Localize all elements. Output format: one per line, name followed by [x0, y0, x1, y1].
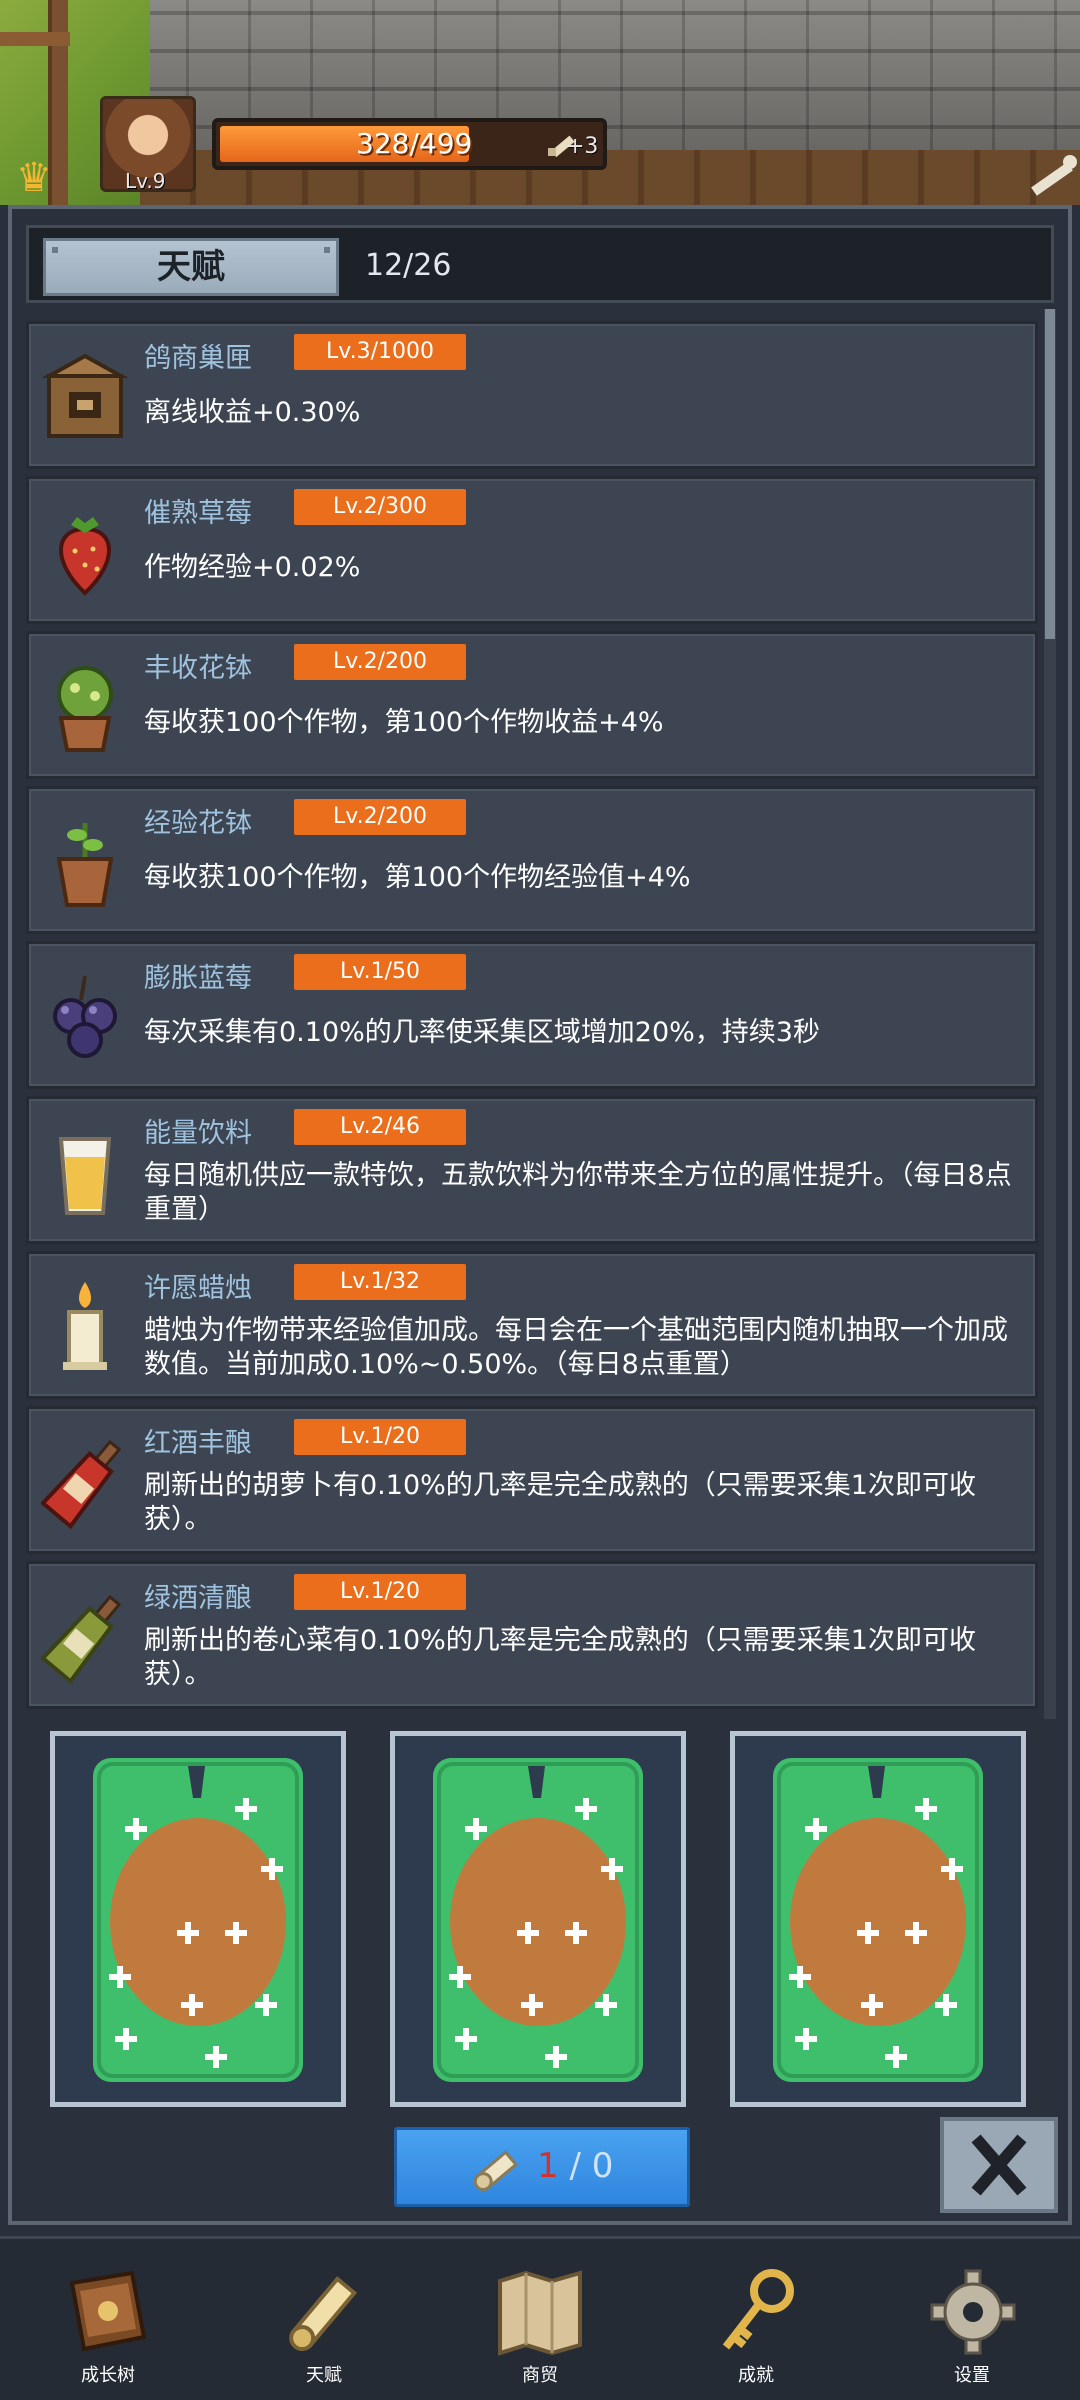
scroll-icon [289, 2276, 358, 2352]
talent-description: 每收获100个作物，第100个作物收益+4% [144, 707, 664, 738]
talent-card[interactable]: 许愿蜡烛 Lv.1/32 蜡烛为作物带来经验值加成。每日会在一个基础范围内随机抽… [26, 1251, 1038, 1399]
talent-level-badge: Lv.3/1000 [294, 334, 466, 370]
flower-pot-icon [57, 666, 113, 752]
gear-icon [930, 2269, 1016, 2355]
talent-description: 每日随机供应一款特饮，五款饮料为你带来全方位的属性提升。（每日8点重置） [144, 1160, 1012, 1225]
drink-cup-icon [58, 1137, 112, 1215]
pigeon-box-icon [41, 353, 129, 438]
talent-name: 丰收花钵 [144, 653, 252, 684]
bone-icon [1031, 155, 1077, 196]
pumpkin-card-icon [773, 1758, 983, 2082]
experience-bar: 328/499 +3 [212, 118, 607, 170]
talent-name: 红酒丰酿 [144, 1428, 252, 1459]
talent-card[interactable]: 能量饮料 Lv.2/46 每日随机供应一款特饮，五款饮料为你带来全方位的属性提升… [26, 1096, 1038, 1244]
talent-name: 催熟草莓 [144, 498, 252, 529]
talent-description: 每次采集有0.10%的几率使采集区域增加20%，持续3秒 [144, 1017, 820, 1048]
talent-tab-button[interactable]: 天赋 [43, 238, 339, 296]
bottom-navigation: 成长树 天赋 商贸 成就 设置 [0, 2236, 1080, 2400]
talent-draw-card[interactable] [50, 1731, 346, 2107]
nav-item-achievement[interactable]: 成就 [648, 2239, 864, 2400]
talent-description: 刷新出的胡萝卜有0.10%的几率是完全成熟的（只需要采集1次即可收获）。 [144, 1470, 976, 1535]
player-level: Lv.9 [125, 169, 166, 193]
sprout-pot-icon [56, 823, 114, 907]
draw-talent-button[interactable]: 1 / 0 [394, 2127, 690, 2207]
talent-panel: 天赋 12/26 鸽商巢匣 Lv.3/1000 离线收益+0.30% 催熟草莓 … [8, 205, 1072, 2225]
nav-label: 天赋 [306, 2365, 342, 2386]
talent-level-badge: Lv.1/32 [294, 1264, 466, 1300]
talent-description: 离线收益+0.30% [144, 397, 361, 428]
talent-card[interactable]: 丰收花钵 Lv.2/200 每收获100个作物，第100个作物收益+4% [26, 631, 1038, 779]
nav-label: 设置 [954, 2365, 990, 2386]
talent-card[interactable]: 膨胀蓝莓 Lv.1/50 每次采集有0.10%的几率使采集区域增加20%，持续3… [26, 941, 1038, 1089]
scroll-count: 1 / 0 [537, 2146, 613, 2186]
talent-name: 许愿蜡烛 [144, 1273, 252, 1304]
player-avatar[interactable]: Lv.9 [100, 96, 196, 193]
talent-card[interactable]: 经验花钵 Lv.2/200 每收获100个作物，第100个作物经验值+4% [26, 786, 1038, 934]
nav-label: 成就 [738, 2365, 774, 2386]
talent-draw-card[interactable] [730, 1731, 1026, 2107]
talent-card[interactable]: 红酒丰酿 Lv.1/20 刷新出的胡萝卜有0.10%的几率是完全成熟的（只需要采… [26, 1406, 1038, 1554]
talent-list[interactable]: 鸽商巢匣 Lv.3/1000 离线收益+0.30% 催熟草莓 Lv.2/300 … [26, 309, 1056, 1719]
book-icon [69, 2270, 147, 2352]
talent-card[interactable]: 鸽商巢匣 Lv.3/1000 离线收益+0.30% [26, 321, 1038, 469]
talent-description: 作物经验+0.02% [144, 552, 361, 583]
talent-card[interactable]: 绿酒清酿 Lv.1/20 刷新出的卷心菜有0.10%的几率是完全成熟的（只需要采… [26, 1561, 1038, 1709]
talent-level-badge: Lv.1/20 [294, 1574, 466, 1610]
talent-description: 蜡烛为作物带来经验值加成。每日会在一个基础范围内随机抽取一个加成数值。当前加成0… [144, 1315, 1008, 1380]
scrollbar-thumb[interactable] [1045, 309, 1055, 639]
talent-draw-card[interactable] [390, 1731, 686, 2107]
scrollbar[interactable] [1044, 309, 1056, 1719]
experience-text: 328/499 [356, 127, 473, 160]
blueberry-icon [53, 975, 117, 1058]
talent-level-badge: Lv.1/50 [294, 954, 466, 990]
candle-icon [63, 1282, 107, 1370]
key-icon [722, 2269, 794, 2350]
red-wine-icon [41, 1439, 122, 1530]
scroll-icon [473, 2150, 519, 2192]
talent-name: 能量饮料 [144, 1118, 252, 1149]
talent-card[interactable]: 催熟草莓 Lv.2/300 作物经验+0.02% [26, 476, 1038, 624]
nav-item-trade[interactable]: 商贸 [432, 2239, 648, 2400]
talent-level-badge: Lv.2/46 [294, 1109, 466, 1145]
close-icon [971, 2134, 1027, 2196]
talent-description: 每收获100个作物，第100个作物经验值+4% [144, 862, 691, 893]
talent-name: 经验花钵 [144, 808, 252, 839]
scroll-current: 1 [537, 2146, 559, 2186]
talent-name: 膨胀蓝莓 [144, 963, 252, 994]
talent-level-badge: Lv.2/200 [294, 644, 466, 680]
talent-count: 12/26 [365, 248, 452, 283]
talent-level-badge: Lv.2/300 [294, 489, 466, 525]
pumpkin-card-icon [433, 1758, 643, 2082]
panel-header: 天赋 12/26 [26, 225, 1054, 303]
nav-item-settings[interactable]: 设置 [864, 2239, 1080, 2400]
talent-level-badge: Lv.2/200 [294, 799, 466, 835]
scroll-bonus: +3 [566, 134, 599, 159]
close-button[interactable] [940, 2117, 1058, 2213]
talent-level-badge: Lv.1/20 [294, 1419, 466, 1455]
talent-name: 鸽商巢匣 [144, 343, 252, 374]
nav-item-growth-tree[interactable]: 成长树 [0, 2239, 216, 2400]
pumpkin-card-icon [93, 1758, 303, 2082]
map-icon [498, 2270, 582, 2356]
talent-name: 绿酒清酿 [144, 1583, 252, 1614]
crown-icon: ♛ [16, 155, 52, 201]
nav-item-talent[interactable]: 天赋 [216, 2239, 432, 2400]
green-wine-icon [41, 1594, 122, 1685]
wooden-beam [0, 32, 70, 46]
nav-label: 成长树 [81, 2365, 135, 2386]
scroll-total: 0 [591, 2146, 614, 2186]
scroll-separator: / [558, 2146, 592, 2186]
strawberry-icon [59, 517, 111, 596]
nav-label: 商贸 [522, 2365, 558, 2386]
talent-description: 刷新出的卷心菜有0.10%的几率是完全成熟的（只需要采集1次即可收获）。 [144, 1625, 976, 1690]
